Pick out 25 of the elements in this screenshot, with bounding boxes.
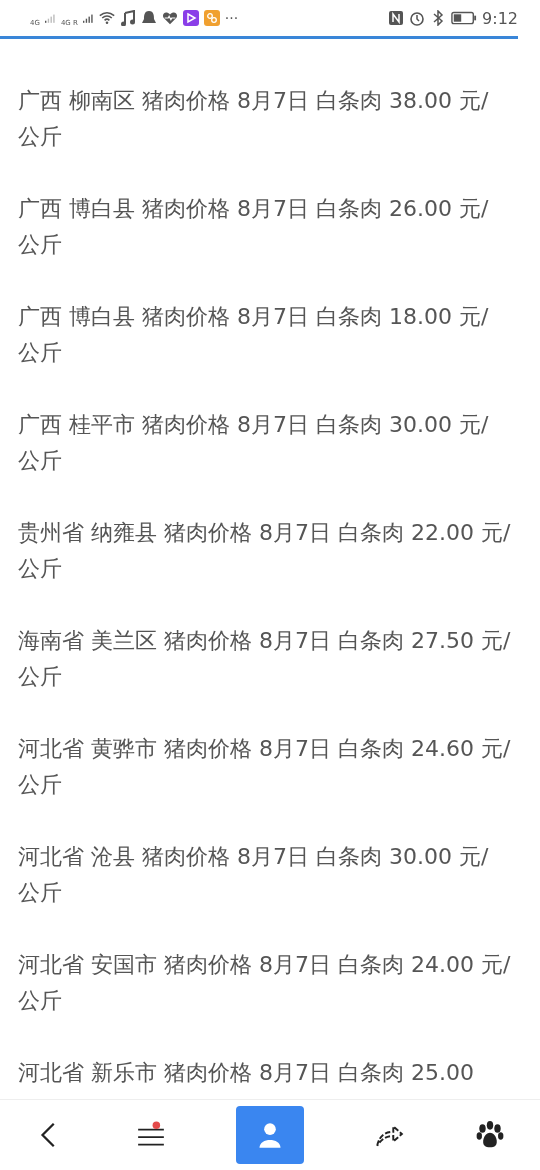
price-text: 贵州省 纳雍县 猪肉价格 8月7日 白条肉 22.00 元/公斤 bbox=[18, 519, 512, 583]
app-icon bbox=[203, 10, 220, 26]
price-text: 广西 博白县 猪肉价格 8月7日 白条肉 18.00 元/公斤 bbox=[18, 303, 490, 367]
price-text: 河北省 安国市 猪肉价格 8月7日 白条肉 24.00 元/公斤 bbox=[18, 951, 512, 1015]
price-text: 广西 博白县 猪肉价格 8月7日 白条肉 26.00 元/公斤 bbox=[18, 195, 490, 259]
play-app-icon bbox=[182, 10, 199, 26]
wifi-icon bbox=[98, 10, 115, 26]
price-text: 河北省 新乐市 猪肉价格 8月7日 白条肉 25.00 bbox=[18, 1059, 475, 1087]
music-icon bbox=[119, 10, 136, 26]
bell-icon bbox=[140, 10, 157, 26]
price-text: 河北省 黄骅市 猪肉价格 8月7日 白条肉 24.60 元/公斤 bbox=[18, 735, 512, 799]
price-text: 河北省 沧县 猪肉价格 8月7日 白条肉 30.00 元/公斤 bbox=[18, 843, 490, 907]
paw-icon[interactable] bbox=[474, 1120, 505, 1150]
price-text: 广西 桂平市 猪肉价格 8月7日 白条肉 30.00 元/公斤 bbox=[18, 411, 490, 475]
more-notifications: ··· bbox=[224, 10, 239, 26]
clock-time: 9:12 bbox=[482, 8, 518, 28]
alarm-icon bbox=[409, 10, 426, 26]
heart-icon bbox=[161, 10, 178, 26]
price-text: 海南省 美兰区 猪肉价格 8月7日 白条肉 27.50 元/公斤 bbox=[18, 627, 512, 691]
price-text: 广西 柳南区 猪肉价格 8月7日 白条肉 38.00 元/公斤 bbox=[18, 87, 490, 151]
nfc-icon bbox=[388, 10, 405, 26]
user-button[interactable] bbox=[235, 1106, 304, 1164]
signal-icon bbox=[82, 12, 94, 24]
battery-icon bbox=[451, 11, 478, 25]
signal-icon bbox=[44, 12, 56, 24]
